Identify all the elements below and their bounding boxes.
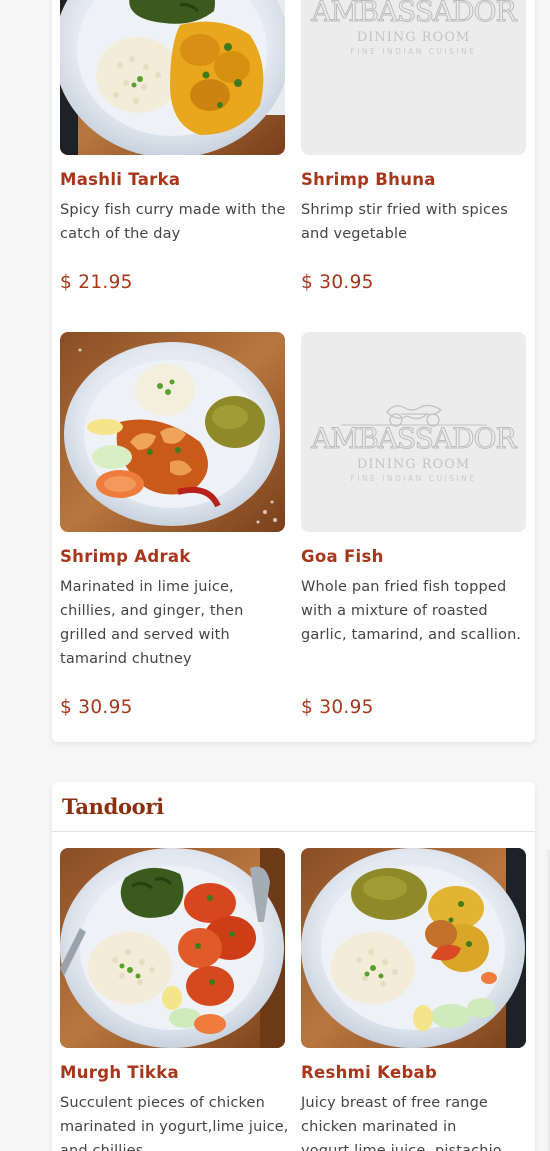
item-price: $ 30.95: [301, 272, 374, 293]
restaurant-logo-placeholder[interactable]: [301, 332, 526, 532]
menu-page: Mashli Tarka Spicy fish curry made with …: [0, 0, 550, 1151]
item-description: Juicy breast of free range chicken marin…: [301, 1095, 502, 1151]
item-name: Mashli Tarka: [60, 170, 181, 189]
item-description: Shrimp stir fried with spices and vegeta…: [301, 202, 508, 242]
item-name: Goa Fish: [301, 547, 384, 566]
item-description: Whole pan fried fish topped with a mixtu…: [301, 579, 522, 643]
chicken-tikka-plate-photo[interactable]: [60, 848, 285, 1048]
menu-section-tandoori: Tandoori Murgh Tikka Succulent pieces of…: [52, 782, 535, 1151]
section-header: Tandoori: [52, 782, 535, 832]
reshmi-kebab-plate-photo[interactable]: [301, 848, 526, 1048]
menu-item-reshmi-kebab[interactable]: Reshmi Kebab Juicy breast of free range …: [301, 848, 526, 1151]
item-price: $ 30.95: [60, 697, 133, 718]
item-description: Marinated in lime juice, chillies, and g…: [60, 579, 244, 667]
grilled-shrimp-plate-photo[interactable]: [60, 332, 285, 532]
restaurant-logo-placeholder[interactable]: [301, 0, 526, 155]
fish-curry-plate-photo[interactable]: [60, 0, 285, 155]
menu-item-mashli-tarka[interactable]: Mashli Tarka Spicy fish curry made with …: [60, 0, 285, 293]
item-price: $ 21.95: [60, 272, 133, 293]
menu-item-shrimp-adrak[interactable]: Shrimp Adrak Marinated in lime juice, ch…: [60, 332, 285, 718]
menu-item-murgh-tikka[interactable]: Murgh Tikka Succulent pieces of chicken …: [60, 848, 288, 1151]
item-name: Murgh Tikka: [60, 1063, 179, 1082]
menu-item-goa-fish[interactable]: Goa Fish Whole pan fried fish topped wit…: [301, 332, 526, 718]
scroll-edge-shadow: [546, 850, 550, 1151]
item-description: Succulent pieces of chicken marinated in…: [60, 1095, 289, 1151]
item-price: $ 30.95: [301, 697, 374, 718]
menu-item-shrimp-bhuna[interactable]: Shrimp Bhuna Shrimp stir fried with spic…: [301, 0, 526, 293]
item-name: Shrimp Bhuna: [301, 170, 436, 189]
section-title: Tandoori: [62, 794, 164, 819]
item-name: Reshmi Kebab: [301, 1063, 438, 1082]
item-name: Shrimp Adrak: [60, 547, 191, 566]
menu-section-seafood: Mashli Tarka Spicy fish curry made with …: [52, 0, 535, 742]
item-description: Spicy fish curry made with the catch of …: [60, 202, 286, 242]
